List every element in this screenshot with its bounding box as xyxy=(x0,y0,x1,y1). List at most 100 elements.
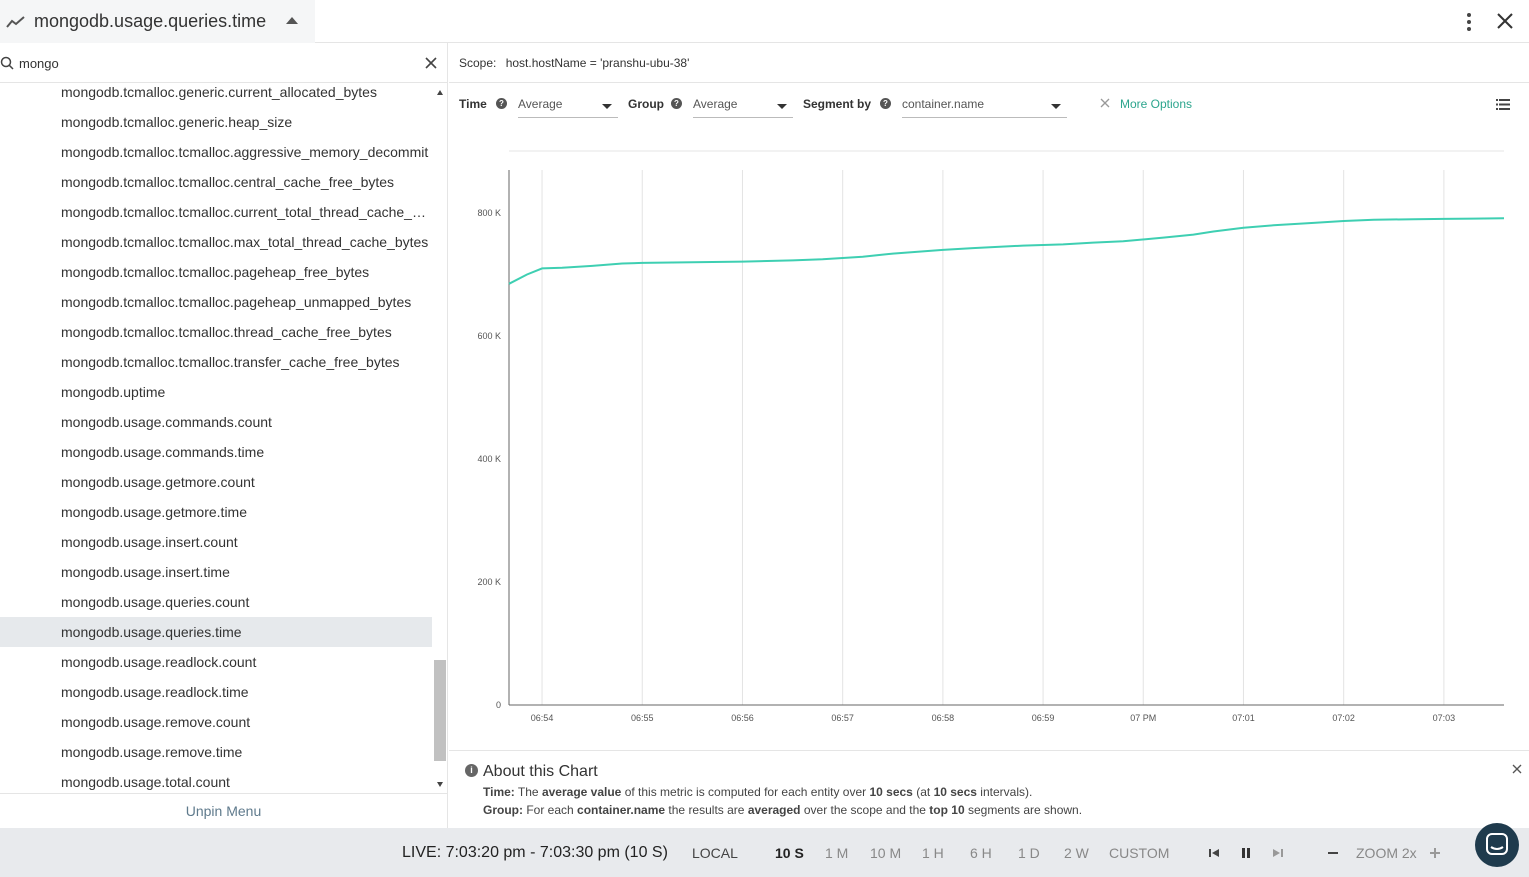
metric-list-item[interactable]: mongodb.tcmalloc.tcmalloc.central_cache_… xyxy=(0,167,432,197)
group-aggregation-select[interactable]: Average xyxy=(693,94,793,118)
metric-list-item[interactable]: mongodb.usage.getmore.time xyxy=(0,497,432,527)
y-tick-label: 800 K xyxy=(477,208,501,218)
about-group-line: Group: For each container.name the resul… xyxy=(483,803,1082,817)
clear-options-icon[interactable] xyxy=(1100,98,1110,108)
series-line[interactable] xyxy=(508,217,1505,285)
list-scrollbar[interactable] xyxy=(432,84,448,793)
range-option[interactable]: 1 H xyxy=(922,845,944,861)
range-option[interactable]: 1 M xyxy=(825,845,848,861)
skip-forward-icon[interactable] xyxy=(1271,846,1285,860)
caret-up-icon[interactable] xyxy=(286,17,298,24)
segment-by-value: container.name xyxy=(902,97,985,111)
about-bold: averaged xyxy=(747,803,801,817)
scroll-down-icon[interactable] xyxy=(437,782,443,787)
metric-list-item[interactable]: mongodb.usage.commands.count xyxy=(0,407,432,437)
about-bold: 10 secs xyxy=(933,785,977,799)
chevron-down-icon xyxy=(1051,104,1061,109)
clear-search-icon[interactable] xyxy=(424,56,438,70)
metric-list-item[interactable]: mongodb.tcmalloc.tcmalloc.transfer_cache… xyxy=(0,347,432,377)
about-chart-panel: i About this Chart Time: The average val… xyxy=(449,750,1529,828)
local-toggle[interactable]: LOCAL xyxy=(692,845,738,861)
range-option[interactable]: 2 W xyxy=(1064,845,1089,861)
pause-icon[interactable] xyxy=(1239,846,1253,860)
about-text: of this metric is computed for each enti… xyxy=(624,785,867,799)
help-icon[interactable]: ? xyxy=(671,98,682,109)
zoom-in-icon[interactable] xyxy=(1428,846,1442,860)
metric-list-item[interactable]: mongodb.usage.remove.time xyxy=(0,737,432,767)
about-text: segments are shown. xyxy=(967,803,1083,817)
metric-list-item[interactable]: mongodb.usage.readlock.count xyxy=(0,647,432,677)
line-chart[interactable]: 06:54 06:55 06:56 06:57 06:58 06:59 07 PM 07:01… xyxy=(449,130,1529,750)
x-tick-label: 07 PM xyxy=(1130,713,1156,723)
range-option[interactable]: 6 H xyxy=(970,845,992,861)
range-option[interactable]: CUSTOM xyxy=(1109,845,1169,861)
chat-icon xyxy=(1486,833,1508,855)
scroll-thumb[interactable] xyxy=(434,660,446,761)
chat-launcher-button[interactable] xyxy=(1475,823,1519,867)
range-option[interactable]: 1 D xyxy=(1018,845,1040,861)
metric-list-item[interactable]: mongodb.usage.insert.time xyxy=(0,557,432,587)
zoom-out-icon[interactable] xyxy=(1326,846,1340,860)
metric-list-item[interactable]: mongodb.tcmalloc.generic.current_allocat… xyxy=(0,84,432,107)
metric-list-item[interactable]: mongodb.usage.getmore.count xyxy=(0,467,432,497)
scope-bar: Scope: host.hostName = 'pranshu-ubu-38' xyxy=(449,43,1529,83)
x-tick-label: 07:03 xyxy=(1433,713,1456,723)
close-about-icon[interactable] xyxy=(1512,764,1522,774)
segment-by-select[interactable]: container.name xyxy=(902,94,1067,118)
metric-list-item[interactable]: mongodb.tcmalloc.tcmalloc.aggressive_mem… xyxy=(0,137,432,167)
time-footer: LIVE: 7:03:20 pm - 7:03:30 pm (10 S) LOC… xyxy=(0,823,1529,877)
metric-list-item[interactable]: mongodb.usage.queries.count xyxy=(0,587,432,617)
unpin-menu-button[interactable]: Unpin Menu xyxy=(0,793,447,828)
trend-icon xyxy=(6,15,25,28)
about-bold: average value xyxy=(541,785,622,799)
metric-list-item[interactable]: mongodb.tcmalloc.tcmalloc.pageheap_unmap… xyxy=(0,287,432,317)
metric-title: mongodb.usage.queries.time xyxy=(34,11,267,31)
search-icon xyxy=(0,56,14,70)
metric-list-item[interactable]: mongodb.tcmalloc.tcmalloc.pageheap_free_… xyxy=(0,257,432,287)
metric-list-item[interactable]: mongodb.usage.commands.time xyxy=(0,437,432,467)
about-time-line: Time: The average value of this metric i… xyxy=(483,785,1032,799)
metric-list-inner: mongodb.tcmalloc.generic.current_allocat… xyxy=(0,84,432,793)
more-vert-icon[interactable] xyxy=(1462,11,1476,33)
y-tick-label: 600 K xyxy=(477,331,501,341)
time-aggregation-value: Average xyxy=(518,97,563,111)
metric-list-item[interactable]: mongodb.uptime xyxy=(0,377,432,407)
legend-list-icon[interactable] xyxy=(1496,99,1510,110)
scope-value[interactable]: host.hostName = 'pranshu-ubu-38' xyxy=(506,56,690,70)
x-tick-label: 07:01 xyxy=(1232,713,1255,723)
x-tick-label: 06:57 xyxy=(831,713,854,723)
group-label: Group xyxy=(628,97,664,111)
metric-list-item[interactable]: mongodb.usage.total.count xyxy=(0,767,432,793)
about-bold: top 10 xyxy=(929,803,965,817)
time-aggregation-select[interactable]: Average xyxy=(518,94,618,118)
chevron-down-icon xyxy=(602,104,612,109)
skip-back-icon[interactable] xyxy=(1207,846,1221,860)
y-tick-label: 400 K xyxy=(477,454,501,464)
help-icon[interactable]: ? xyxy=(880,98,891,109)
more-options-link[interactable]: More Options xyxy=(1120,97,1192,111)
about-time-label: Time: xyxy=(483,785,515,799)
about-bold: container.name xyxy=(577,803,666,817)
metric-list-item[interactable]: mongodb.tcmalloc.tcmalloc.max_total_thre… xyxy=(0,227,432,257)
metric-list-item[interactable]: mongodb.tcmalloc.tcmalloc.thread_cache_f… xyxy=(0,317,432,347)
scroll-up-icon[interactable] xyxy=(437,90,443,95)
about-bold: 10 secs xyxy=(869,785,913,799)
metric-list-item[interactable]: mongodb.usage.remove.count xyxy=(0,707,432,737)
time-label: Time xyxy=(459,97,487,111)
metric-title-tab[interactable]: mongodb.usage.queries.time xyxy=(0,0,315,43)
x-tick-label: 06:54 xyxy=(531,713,554,723)
metric-list-item[interactable]: mongodb.tcmalloc.tcmalloc.current_total_… xyxy=(0,197,432,227)
about-text: (at xyxy=(916,785,931,799)
range-option[interactable]: 10 S xyxy=(775,845,804,861)
help-icon[interactable]: ? xyxy=(496,98,507,109)
metric-list-item[interactable]: mongodb.usage.readlock.time xyxy=(0,677,432,707)
range-option[interactable]: 10 M xyxy=(870,845,901,861)
x-tick-label: 06:55 xyxy=(631,713,654,723)
metric-list-item[interactable]: mongodb.usage.insert.count xyxy=(0,527,432,557)
x-tick-label: 06:58 xyxy=(932,713,955,723)
metric-list-item[interactable]: mongodb.usage.queries.time xyxy=(0,617,432,647)
close-icon[interactable] xyxy=(1495,11,1515,31)
about-text: intervals). xyxy=(980,785,1033,799)
metric-list-item[interactable]: mongodb.tcmalloc.generic.heap_size xyxy=(0,107,432,137)
search-input[interactable] xyxy=(19,53,409,73)
